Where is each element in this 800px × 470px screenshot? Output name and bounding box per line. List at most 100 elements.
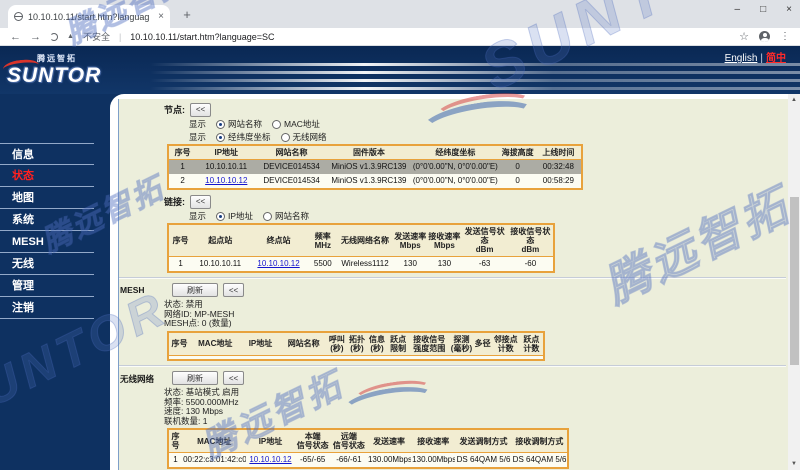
wireless-refresh-button[interactable]: 刷新 xyxy=(172,371,218,385)
cell: MiniOS v1.3.9RC139 xyxy=(327,160,411,175)
radio-icon[interactable] xyxy=(281,133,290,142)
links-label: 链接: xyxy=(164,195,185,208)
window-close-button[interactable]: × xyxy=(786,3,792,17)
sidebar-item-map[interactable]: 地图 xyxy=(0,187,94,209)
tab-title: 10.10.10.11/start.htm?languag xyxy=(28,12,153,22)
ip-link[interactable]: 10.10.10.12 xyxy=(205,176,247,185)
browser-menu-icon[interactable]: ⋮ xyxy=(780,31,790,42)
radio-icon[interactable] xyxy=(263,212,272,221)
column-header: MAC地址 xyxy=(182,429,246,453)
browser-tab[interactable]: 10.10.10.11/start.htm?languag × xyxy=(8,5,170,28)
display-label: 显示 xyxy=(189,210,206,222)
data-table: 序 号MAC地址IP地址本端 信号状态远端 信号状态发送速率接收速率发送调制方式… xyxy=(167,428,569,469)
column-header: 网站名称 xyxy=(281,332,327,356)
cell: 130 xyxy=(393,257,427,273)
cell: DEVICE014534 xyxy=(256,174,326,189)
security-label[interactable]: 不安全 xyxy=(83,30,110,43)
sidebar-item-system[interactable]: 系统 xyxy=(0,209,94,231)
cell: -66/-61 xyxy=(331,453,367,469)
address-bar: ← → ▲ 不安全 | 10.10.10.11/start.htm?langua… xyxy=(0,28,800,46)
radio-option[interactable]: IP地址 xyxy=(216,210,253,222)
scrollbar-up-arrow[interactable]: ▲ xyxy=(788,94,800,106)
bookmark-star-icon[interactable]: ☆ xyxy=(739,30,749,43)
wireless-buttons: 刷新 << xyxy=(172,371,788,386)
column-header: IP地址 xyxy=(240,332,280,356)
radio-icon[interactable] xyxy=(216,133,225,142)
radio-icon[interactable] xyxy=(216,212,225,221)
links-collapse-button[interactable]: << xyxy=(190,195,211,209)
table-row: 110.10.10.1110.10.10.125500Wireless11121… xyxy=(168,257,554,273)
mesh-buttons: 刷新 << xyxy=(172,283,788,298)
profile-avatar-icon[interactable] xyxy=(759,31,770,42)
window-maximize-button[interactable]: □ xyxy=(760,3,766,17)
cell: -63 xyxy=(461,257,507,273)
scrollbar-down-arrow[interactable]: ▼ xyxy=(788,458,800,470)
ip-link[interactable]: 10.10.10.12 xyxy=(257,259,299,268)
reload-icon[interactable] xyxy=(50,33,58,41)
cell: 0 xyxy=(500,174,536,189)
column-header: 序 号 xyxy=(168,429,182,453)
tab-close-icon[interactable]: × xyxy=(158,11,164,22)
wireless-table: 序 号MAC地址IP地址本端 信号状态远端 信号状态发送速率接收速率发送调制方式… xyxy=(167,428,788,469)
cell: 10.10.10.12 xyxy=(248,257,308,273)
wireless-collapse-button[interactable]: << xyxy=(223,371,244,385)
sidebar-item-wireless[interactable]: 无线 xyxy=(0,253,94,275)
sidebar-item-info[interactable]: 信息 xyxy=(0,143,94,165)
column-header: 信息 (秒) xyxy=(367,332,387,356)
radio-option[interactable]: 经纬度坐标 xyxy=(216,131,271,143)
sidebar-item-mesh[interactable]: MESH xyxy=(0,231,94,253)
cell: -65/-65 xyxy=(295,453,331,469)
section-divider xyxy=(119,277,786,278)
radio-label: 网站名称 xyxy=(275,210,309,222)
cell: MiniOS v1.3.9RC139 xyxy=(327,174,411,189)
radio-icon[interactable] xyxy=(216,120,225,129)
nodes-table: 序号IP地址网站名称固件版本经纬度坐标海拔高度上线时间110.10.10.11D… xyxy=(167,144,788,190)
display-label: 显示 xyxy=(189,131,206,143)
column-header: 发送信号状态 dBm xyxy=(461,224,507,257)
nodes-display-radio-1: 显示 网站名称 MAC地址 xyxy=(189,118,788,130)
language-english-link[interactable]: English xyxy=(725,53,758,64)
radio-option[interactable]: 网站名称 xyxy=(263,210,309,222)
forward-icon[interactable]: → xyxy=(30,29,41,45)
window-minimize-button[interactable]: – xyxy=(735,3,741,17)
radio-option[interactable]: 无线网络 xyxy=(281,131,327,143)
table-row: 110.10.10.11DEVICE014534MiniOS v1.3.9RC1… xyxy=(168,160,582,175)
mesh-refresh-button[interactable]: 刷新 xyxy=(172,283,218,297)
column-header: IP地址 xyxy=(246,429,294,453)
data-table: 序号起点站终点站频率 MHz无线网络名称发送速率 Mbps接收速率 Mbps发送… xyxy=(167,223,555,273)
radio-option[interactable]: MAC地址 xyxy=(272,118,320,130)
column-header: 远端 信号状态 xyxy=(331,429,367,453)
sidebar-item-status[interactable]: 状态 xyxy=(0,165,94,187)
cell: 0 xyxy=(500,160,536,175)
radio-label: 网站名称 xyxy=(228,118,262,130)
cell: 1 xyxy=(168,453,182,469)
new-tab-button[interactable]: + xyxy=(178,6,196,24)
status-line: 状态: 基站模式 启用 xyxy=(164,388,788,398)
cell: 5500 xyxy=(309,257,337,273)
mesh-section-label: MESH xyxy=(120,285,162,295)
display-label: 显示 xyxy=(189,118,206,130)
scrollbar-thumb[interactable] xyxy=(790,197,799,365)
mesh-collapse-button[interactable]: << xyxy=(223,283,244,297)
column-header: 跃点 限制 xyxy=(387,332,409,356)
column-header: 序号 xyxy=(168,224,192,257)
suntor-logo: 腾远智拓 SUNTOR xyxy=(7,53,125,93)
language-chinese-link[interactable]: 简中 xyxy=(766,53,786,64)
column-header: 接收信号 强度范围 xyxy=(409,332,449,356)
radio-option[interactable]: 网站名称 xyxy=(216,118,262,130)
cell: DEVICE014534 xyxy=(256,160,326,175)
column-header: 网站名称 xyxy=(256,145,326,160)
radio-label: 无线网络 xyxy=(293,131,327,143)
back-icon[interactable]: ← xyxy=(10,29,21,45)
url-field[interactable]: 10.10.10.11/start.htm?language=SC xyxy=(130,32,274,42)
cell: 1 xyxy=(168,160,196,175)
radio-icon[interactable] xyxy=(272,120,281,129)
column-header: 本端 信号状态 xyxy=(295,429,331,453)
nodes-collapse-button[interactable]: << xyxy=(190,103,211,117)
browser-window: 10.10.10.11/start.htm?languag × + – □ × … xyxy=(0,0,800,470)
sidebar-item-logout[interactable]: 注销 xyxy=(0,297,94,319)
cell: Wireless1112 xyxy=(337,257,393,273)
ip-link[interactable]: 10.10.10.12 xyxy=(249,455,291,464)
sidebar-item-admin[interactable]: 管理 xyxy=(0,275,94,297)
scrollbar[interactable]: ▲ ▼ xyxy=(788,94,800,470)
